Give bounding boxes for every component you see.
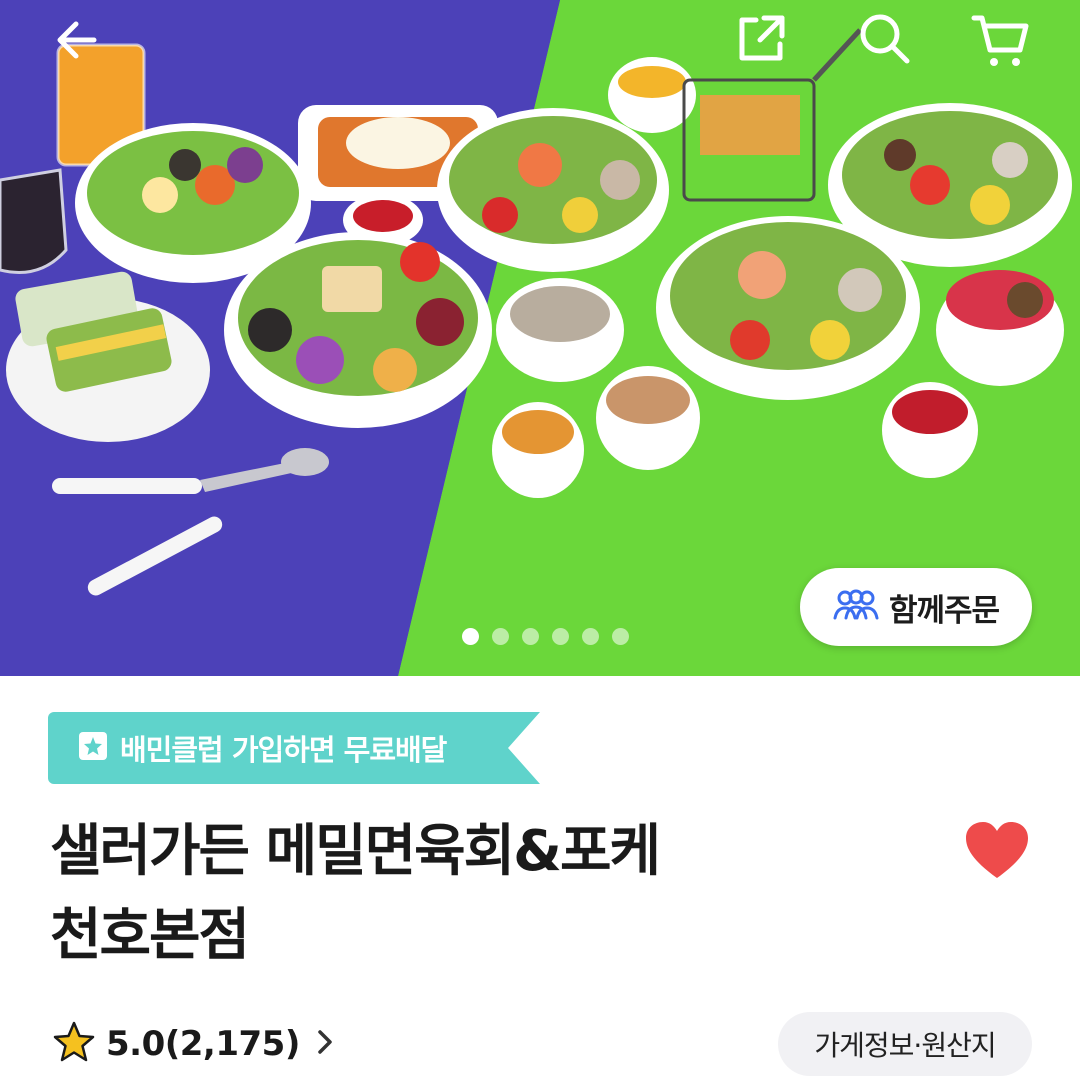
share-icon — [734, 10, 790, 66]
favorite-button[interactable] — [962, 818, 1032, 882]
heart-icon — [962, 822, 1032, 886]
carousel-indicator — [462, 628, 629, 645]
cart-button[interactable] — [968, 8, 1032, 72]
carousel-dot[interactable] — [492, 628, 509, 645]
store-hero-banner[interactable]: 함께주문 — [0, 0, 1080, 676]
together-order-label: 함께주문 — [888, 592, 1000, 629]
store-name: 샐러가든 메밀면육회&포케 천호본점 — [50, 810, 870, 978]
chevron-right-icon — [310, 1024, 340, 1064]
carousel-dot[interactable] — [522, 628, 539, 645]
back-arrow-icon — [50, 12, 106, 68]
rating-text: 5.0(2,175) — [106, 1024, 300, 1064]
star-icon — [52, 1020, 96, 1068]
baemin-club-icon — [78, 731, 108, 765]
store-name-line1: 샐러가든 메밀면육회&포케 — [50, 819, 661, 884]
carousel-dot[interactable] — [462, 628, 479, 645]
carousel-dot[interactable] — [552, 628, 569, 645]
carousel-dot[interactable] — [612, 628, 629, 645]
promo-text: 배민클럽 가입하면 무료배달 — [120, 733, 447, 767]
search-icon — [855, 9, 913, 67]
search-button[interactable] — [852, 6, 916, 70]
back-button[interactable] — [46, 8, 110, 72]
share-button[interactable] — [730, 6, 794, 70]
together-order-button[interactable]: 함께주문 — [800, 568, 1032, 646]
baemin-club-promo-banner[interactable]: 배민클럽 가입하면 무료배달 — [48, 712, 540, 784]
store-name-line2: 천호본점 — [50, 903, 250, 968]
cart-icon — [970, 10, 1030, 70]
store-info-origin-button[interactable]: 가게정보·원산지 — [778, 1012, 1032, 1076]
group-people-icon — [833, 588, 879, 626]
rating-summary[interactable]: 5.0(2,175) — [52, 1018, 340, 1070]
store-info-origin-label: 가게정보·원산지 — [814, 1029, 996, 1062]
carousel-dot[interactable] — [582, 628, 599, 645]
